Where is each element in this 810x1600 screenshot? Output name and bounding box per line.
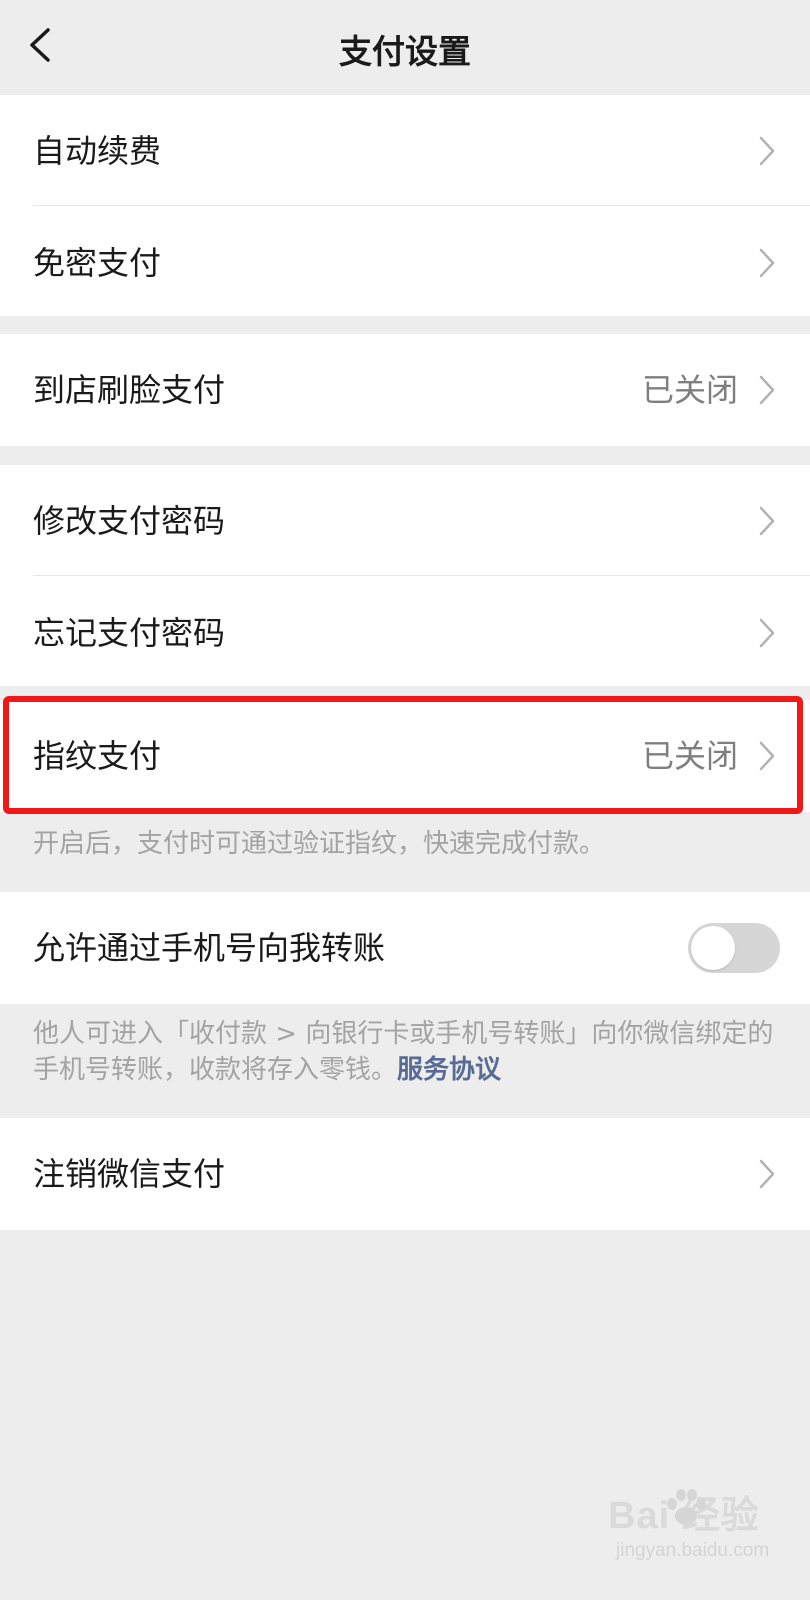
settings-group-password: 修改支付密码 忘记支付密码 (0, 465, 810, 686)
row-label: 到店刷脸支付 (33, 371, 226, 409)
chevron-right-icon (759, 741, 775, 771)
phone-transfer-row: 允许通过手机号向我转账 (0, 892, 810, 1004)
chevron-right-icon (759, 375, 775, 405)
password-free-payment-row[interactable]: 免密支付 (0, 207, 810, 319)
settings-group-renewal: 自动续费 免密支付 (0, 95, 810, 316)
row-label: 免密支付 (33, 244, 162, 282)
row-label: 忘记支付密码 (33, 614, 226, 652)
status-value: 已关闭 (641, 371, 738, 409)
row-label: 注销微信支付 (33, 1155, 226, 1193)
chevron-right-icon (759, 618, 775, 648)
settings-group-deregister: 注销微信支付 (0, 1118, 810, 1230)
settings-group-fingerprint: 指纹支付 已关闭 (0, 700, 810, 812)
page-title: 支付设置 (339, 32, 471, 71)
settings-group-phone-transfer: 允许通过手机号向我转账 (0, 892, 810, 1004)
face-payment-row[interactable]: 到店刷脸支付 已关闭 (0, 334, 810, 446)
settings-group-face-pay: 到店刷脸支付 已关闭 (0, 334, 810, 446)
forgot-pay-password-row[interactable]: 忘记支付密码 (0, 577, 810, 689)
chevron-right-icon (759, 136, 775, 166)
chevron-right-icon (759, 506, 775, 536)
baidu-jingyan-watermark: Bai 经验 jingyan.baidu.com (608, 1484, 788, 1580)
change-pay-password-row[interactable]: 修改支付密码 (0, 465, 810, 577)
row-label: 允许通过手机号向我转账 (33, 929, 386, 967)
row-label: 修改支付密码 (33, 502, 226, 540)
fingerprint-description: 开启后，支付时可通过验证指纹，快速完成付款。 (33, 829, 606, 859)
divider (33, 575, 810, 576)
deregister-wechat-pay-row[interactable]: 注销微信支付 (0, 1118, 810, 1230)
chevron-right-icon (759, 1159, 775, 1189)
row-label: 自动续费 (33, 132, 162, 170)
nav-bar: 支付设置 (0, 0, 810, 95)
status-value: 已关闭 (641, 737, 738, 775)
service-agreement-link[interactable]: 服务协议 (397, 1055, 501, 1085)
auto-renewal-row[interactable]: 自动续费 (0, 95, 810, 207)
row-label: 指纹支付 (33, 737, 162, 775)
fingerprint-payment-row[interactable]: 指纹支付 已关闭 (0, 700, 810, 812)
phone-transfer-toggle[interactable] (688, 923, 780, 973)
paw-icon (667, 1489, 706, 1525)
phone-transfer-description: 他人可进入「收付款 > 向银行卡或手机号转账」向你微信绑定的手机号转账，收款将存… (33, 1016, 778, 1088)
chevron-right-icon (759, 248, 775, 278)
toggle-knob (691, 926, 735, 970)
divider (33, 205, 810, 206)
watermark-url: jingyan.baidu.com (616, 1540, 770, 1561)
